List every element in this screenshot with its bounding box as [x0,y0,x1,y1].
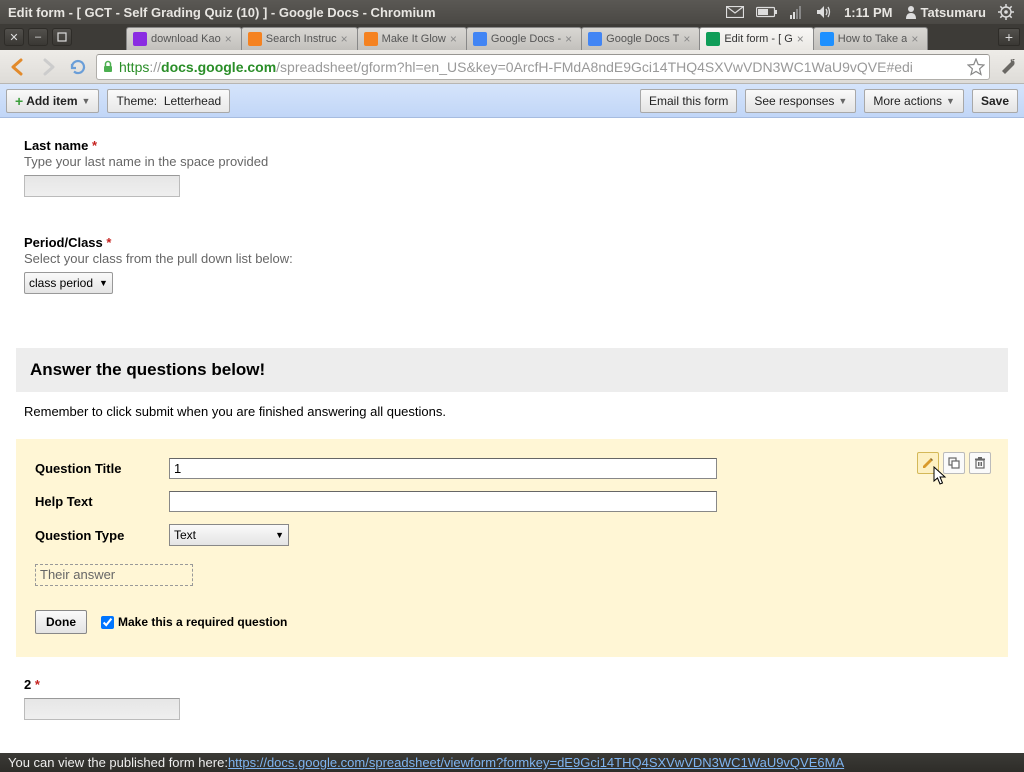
question-period: Period/Class * Select your class from th… [24,235,1000,294]
reload-button[interactable] [66,55,90,79]
question-lastname: Last name * Type your last name in the s… [24,138,1000,197]
done-button[interactable]: Done [35,610,87,634]
question-title-input[interactable] [169,458,717,479]
required-checkbox-input[interactable] [101,616,114,629]
question-type-select[interactable]: Text▼ [169,524,289,546]
system-menubar: Edit form - [ GCT - Self Grading Quiz (1… [0,0,1024,24]
add-item-button[interactable]: +Add item▼ [6,89,99,113]
dropdown-answer-preview[interactable]: class period▼ [24,272,113,294]
browser-tab[interactable]: Search Instruc × [241,27,358,50]
window-title: Edit form - [ GCT - Self Grading Quiz (1… [4,5,726,20]
gear-icon[interactable] [998,4,1014,20]
new-tab-button[interactable]: + [998,28,1020,46]
favicon-icon [133,32,147,46]
answer-preview: Their answer [35,564,193,586]
question-label: Period/Class * [24,235,1000,250]
tab-label: How to Take a [838,33,908,45]
text-answer-preview [24,698,180,720]
section-header: Answer the questions below! [16,348,1008,392]
question-help: Select your class from the pull down lis… [24,251,1000,266]
question-3: 3 * [24,750,1000,753]
delete-icon[interactable] [969,452,991,474]
tab-close-icon[interactable]: × [911,34,921,44]
user-indicator[interactable]: Tatsumaru [905,5,987,20]
battery-icon[interactable] [756,6,778,18]
favicon-icon [248,32,262,46]
browser-tab[interactable]: Make It Glow × [357,27,467,50]
bookmark-star-icon[interactable] [967,58,985,76]
edit-icon[interactable] [917,452,939,474]
forward-button[interactable] [36,55,60,79]
window-maximize-button[interactable] [52,28,72,46]
tab-label: download Kao [151,33,221,45]
theme-selector[interactable]: Theme: Letterhead [107,89,230,113]
status-bar: You can view the published form here: ht… [0,753,1024,772]
tab-label: Make It Glow [382,33,446,45]
lock-icon [101,60,115,74]
mail-icon[interactable] [726,6,744,18]
favicon-icon [588,32,602,46]
title-label: Question Title [35,461,169,476]
wrench-icon[interactable] [996,56,1018,78]
question-label: Last name * [24,138,1000,153]
tab-label: Google Docs - [491,33,561,45]
help-label: Help Text [35,494,169,509]
window-close-button[interactable]: ✕ [4,28,24,46]
question-label: 2 * [24,677,1000,692]
browser-tab[interactable]: How to Take a× [813,27,929,50]
window-minimize-button[interactable]: – [28,28,48,46]
tab-close-icon[interactable]: × [225,34,235,44]
tab-label: Edit form - [ G [724,33,792,45]
browser-tabstrip: download Kao×Search Instruc×Make It Glow… [126,24,990,50]
question-help: Type your last name in the space provide… [24,154,1000,169]
more-actions-button[interactable]: More actions▼ [864,89,964,113]
tab-label: Google Docs T [606,33,679,45]
back-button[interactable] [6,55,30,79]
email-form-button[interactable]: Email this form [640,89,737,113]
help-text-input[interactable] [169,491,717,512]
question-label: 3 * [24,750,1000,753]
favicon-icon [706,32,720,46]
clock[interactable]: 1:11 PM [844,5,892,20]
form-editor-canvas[interactable]: Last name * Type your last name in the s… [0,118,1024,753]
tab-close-icon[interactable]: × [341,34,351,44]
text-answer-preview [24,175,180,197]
question-2: 2 * [24,677,1000,720]
volume-icon[interactable] [816,5,832,19]
section-description: Remember to click submit when you are fi… [24,404,1000,419]
see-responses-button[interactable]: See responses▼ [745,89,856,113]
url-bar[interactable]: https://docs.google.com/spreadsheet/gfor… [96,54,990,80]
window-controls-row: ✕ – download Kao×Search Instruc×Make It … [0,24,1024,50]
required-checkbox[interactable]: Make this a required question [101,615,287,629]
save-button[interactable]: Save [972,89,1018,113]
tab-close-icon[interactable]: × [683,34,693,44]
browser-tab[interactable]: Edit form - [ G × [699,27,813,50]
browser-tab[interactable]: download Kao × [126,27,242,50]
type-label: Question Type [35,528,169,543]
form-toolbar: +Add item▼ Theme: Letterhead Email this … [0,84,1024,118]
user-icon [905,5,917,19]
tab-close-icon[interactable]: × [565,34,575,44]
url-text: https://docs.google.com/spreadsheet/gfor… [119,59,967,75]
question-editor: Question Title Help Text Question Type T… [16,439,1008,657]
duplicate-icon[interactable] [943,452,965,474]
favicon-icon [473,32,487,46]
section-title: Answer the questions below! [30,360,994,380]
browser-tab[interactable]: Google Docs - × [466,27,582,50]
browser-tab[interactable]: Google Docs T × [581,27,700,50]
tab-label: Search Instruc [266,33,337,45]
tab-close-icon[interactable]: × [450,34,460,44]
favicon-icon [820,32,834,46]
browser-toolbar: https://docs.google.com/spreadsheet/gfor… [0,50,1024,84]
favicon-icon [364,32,378,46]
network-icon[interactable] [790,5,804,19]
tab-close-icon[interactable]: × [797,34,807,44]
